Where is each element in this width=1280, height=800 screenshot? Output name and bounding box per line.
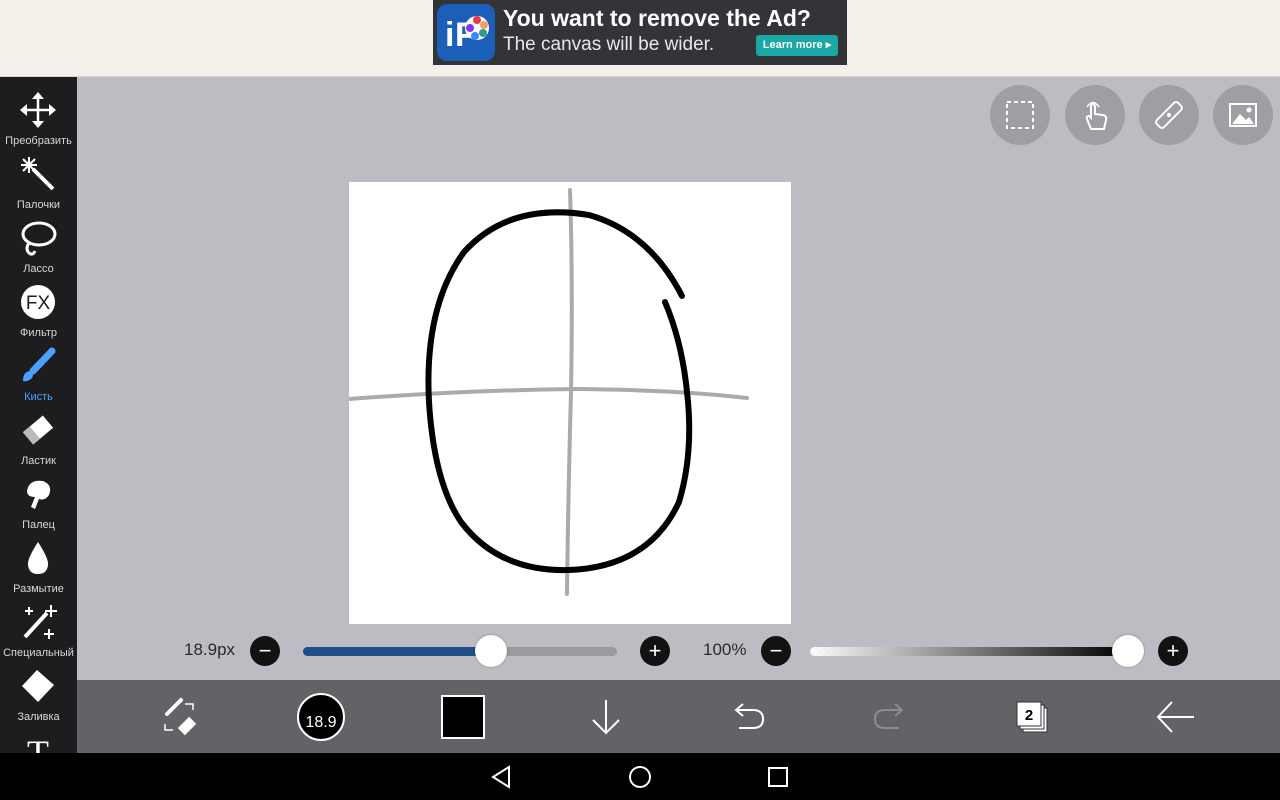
brush-size-slider[interactable] xyxy=(303,647,617,656)
tool-label: Ластик xyxy=(21,455,56,467)
tool-label: Лассо xyxy=(23,263,54,275)
ad-banner[interactable]: i P You want to remove the Ad? The canva… xyxy=(433,0,847,65)
tool-label: Кисть xyxy=(24,391,53,403)
back-arrow-icon[interactable] xyxy=(1152,694,1198,740)
canvas-drawing xyxy=(347,188,749,596)
opacity-decrease-button[interactable]: − xyxy=(761,636,791,666)
fx-filter-icon: FX xyxy=(21,285,55,319)
ruler-icon xyxy=(1155,101,1183,129)
opacity-increase-button[interactable]: + xyxy=(1158,636,1188,666)
system-nav-bar xyxy=(0,753,1280,800)
drawing-canvas[interactable] xyxy=(347,182,791,624)
brush-size-fill xyxy=(303,647,492,656)
brush-eraser-swap-icon[interactable] xyxy=(157,694,203,740)
tool-eraser[interactable]: Ластик xyxy=(0,403,77,467)
reference-image-button[interactable] xyxy=(1213,85,1273,145)
tool-label: Преобразить xyxy=(5,135,72,147)
tool-special[interactable]: Специальный xyxy=(0,595,77,659)
blur-drop-icon xyxy=(27,542,49,574)
tool-label: Размытие xyxy=(13,583,64,595)
svg-text:i: i xyxy=(445,16,454,54)
svg-text:FX: FX xyxy=(26,293,51,314)
lasso-icon xyxy=(21,221,57,256)
layers-icon[interactable]: 2 xyxy=(1009,694,1055,740)
tool-filter[interactable]: FX Фильтр xyxy=(0,275,77,339)
tool-label: Палец xyxy=(22,519,55,531)
selection-icon xyxy=(1006,101,1034,129)
nav-home-icon[interactable] xyxy=(627,764,653,790)
touch-gesture-button[interactable] xyxy=(1065,85,1125,145)
touch-gesture-icon xyxy=(1085,101,1108,130)
selection-button[interactable] xyxy=(990,85,1050,145)
ruler-button[interactable] xyxy=(1139,85,1199,145)
tool-label: Специальный xyxy=(3,647,74,659)
special-effects-icon xyxy=(23,605,57,639)
ad-bar: i P You want to remove the Ad? The canva… xyxy=(0,0,1280,77)
brush-icon xyxy=(23,347,56,382)
move-icon xyxy=(20,92,56,128)
fill-bucket-icon xyxy=(22,670,54,702)
tool-magic-wand[interactable]: Палочки xyxy=(0,147,77,211)
brush-size-badge[interactable]: 18.9 xyxy=(297,693,345,741)
tool-text[interactable]: T xyxy=(0,723,77,753)
text-tool-icon: T xyxy=(27,733,49,753)
tool-brush[interactable]: Кисть xyxy=(0,339,77,403)
undo-icon[interactable] xyxy=(725,694,771,740)
opacity-value: 100% xyxy=(703,640,747,659)
ad-subtitle: The canvas will be wider. xyxy=(503,34,715,55)
redo-icon[interactable] xyxy=(867,694,913,740)
opacity-slider[interactable] xyxy=(810,647,1128,656)
tool-blur[interactable]: Размытие xyxy=(0,531,77,595)
layer-count: 2 xyxy=(1025,707,1033,724)
brush-size-decrease-button[interactable]: − xyxy=(250,636,280,666)
tool-smudge[interactable]: Палец xyxy=(0,467,77,531)
tool-label: Заливка xyxy=(17,711,60,723)
nav-recents-icon[interactable] xyxy=(765,764,791,790)
svg-text:T: T xyxy=(27,733,49,753)
brush-size-value: 18.9px xyxy=(184,640,236,659)
tool-transform[interactable]: Преобразить xyxy=(0,83,77,147)
opacity-handle[interactable] xyxy=(1112,635,1144,667)
brush-size-increase-button[interactable]: + xyxy=(640,636,670,666)
tool-lasso[interactable]: Лассо xyxy=(0,211,77,275)
canvas-workarea[interactable]: 18.9px − + 100% − + xyxy=(77,77,1280,680)
reference-image-icon xyxy=(1229,103,1257,127)
brush-size-handle[interactable] xyxy=(475,635,508,667)
bottom-toolbar: 18.9 2 xyxy=(77,680,1280,753)
nav-back-icon[interactable] xyxy=(489,764,515,790)
current-color-swatch[interactable] xyxy=(441,695,485,739)
ad-title: You want to remove the Ad? xyxy=(503,5,811,31)
tool-label: Фильтр xyxy=(20,327,57,339)
tool-label: Палочки xyxy=(16,199,61,211)
tool-sidebar: Преобразить Палочки Лассо FX Фильтр Кист… xyxy=(0,77,77,753)
learn-more-button[interactable]: Learn more ▸ xyxy=(756,35,838,56)
smudge-finger-icon xyxy=(27,480,51,509)
ibispaint-logo-icon: i P xyxy=(437,4,495,61)
eraser-icon xyxy=(22,415,54,445)
arrow-down-icon[interactable] xyxy=(583,694,629,740)
tool-fill[interactable]: Заливка xyxy=(0,659,77,723)
magic-wand-icon xyxy=(21,157,55,191)
